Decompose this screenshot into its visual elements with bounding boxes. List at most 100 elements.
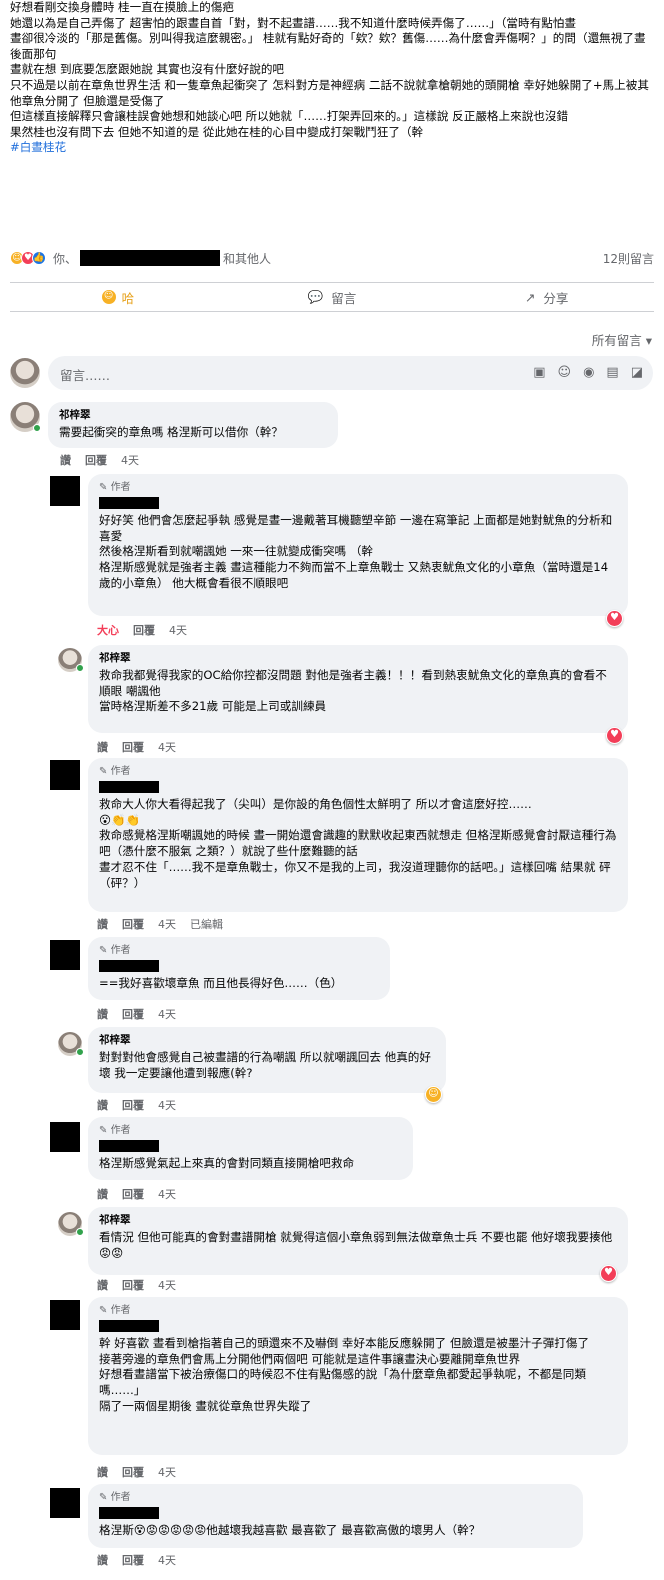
avatar[interactable]: [50, 1300, 80, 1330]
comment-button[interactable]: 💬 留言: [225, 288, 440, 307]
comment-text: ==我好喜歡壞章魚 而且他長得好色……（色）: [99, 975, 343, 990]
haha-reaction-icon[interactable]: ☺: [425, 1086, 442, 1103]
reaction-summary[interactable]: ☺ ♥ 👍 你、 和其他人 12則留言: [10, 249, 654, 267]
comment-text: 幹 好喜歡 晝看到槍指著自己的頭還來不及嚇倒 幸好本能反應躲開了 但臉還是被墨汁…: [99, 1335, 590, 1413]
avatar[interactable]: [50, 1488, 80, 1518]
like-link[interactable]: 讚: [97, 1552, 108, 1568]
comment: ✎ 作者 格涅斯感覺氣起上來真的會對同類直接開槍吧救命: [88, 1117, 413, 1180]
author-badge: ✎ 作者: [99, 1492, 131, 1503]
comment-input[interactable]: 留言…… ▣ ☺ ◉ ▤ ◪: [48, 356, 653, 390]
comment-text: 好好笑 他們會怎麼起爭執 感覺是晝一邊戴著耳機聽塑辛節 一邊在寫筆記 上面都是她…: [99, 512, 613, 590]
emoji-icon[interactable]: ☺: [558, 365, 572, 380]
reply-link[interactable]: 回覆: [122, 916, 144, 932]
like-link[interactable]: 讚: [97, 1097, 108, 1113]
comment: ✎ 作者格涅斯😵😡😡😡😡😡他越壞我越喜歡 最喜歡了 最喜歡高傲的壞男人（幹？: [88, 1484, 583, 1548]
love-link[interactable]: 大心: [97, 622, 119, 638]
comment-author[interactable]: 祁梓翠: [59, 408, 327, 424]
like-link[interactable]: 讚: [97, 916, 108, 932]
reply-link[interactable]: 回覆: [122, 1464, 144, 1480]
redacted-name: [80, 250, 221, 266]
comment-meta: 讚回覆 4天 已編輯: [97, 916, 223, 932]
comment-meta: 讚回覆 4天: [97, 739, 176, 755]
comment: 祁梓翠 救命我都覺得我家的OC給你控都沒問題 對他是強者主義！！！看到熱衷魷魚文化…: [88, 645, 628, 733]
avatar[interactable]: [50, 760, 80, 790]
comment-label: 留言: [331, 290, 357, 306]
comment-icon: 💬: [307, 289, 324, 304]
online-dot: [76, 1228, 84, 1236]
avatar[interactable]: [50, 940, 80, 970]
like-link[interactable]: 讚: [97, 1006, 108, 1022]
timestamp[interactable]: 4天: [158, 916, 176, 932]
action-bar: ☺ 哈 💬 留言 ↗ 分享: [10, 282, 654, 312]
love-reaction-icon[interactable]: ♥: [606, 727, 623, 744]
comment-meta: 大心 回覆 4天: [97, 622, 187, 638]
like-link[interactable]: 讚: [97, 1277, 108, 1293]
comment-text: 格涅斯感覺氣起上來真的會對同類直接開槍吧救命: [99, 1155, 355, 1170]
avatar[interactable]: [10, 358, 40, 388]
comment-author[interactable]: 祁梓翠: [99, 651, 617, 667]
comment-author[interactable]: 祁梓翠: [99, 1213, 617, 1229]
share-button[interactable]: ↗ 分享: [439, 288, 654, 307]
timestamp[interactable]: 4天: [121, 452, 139, 468]
reaction-you: 你、: [53, 251, 78, 266]
reply-link[interactable]: 回覆: [122, 1277, 144, 1293]
timestamp[interactable]: 4天: [169, 622, 187, 638]
comment: ✎ 作者幹 好喜歡 晝看到槍指著自己的頭還來不及嚇倒 幸好本能反應躲開了 但臉還…: [88, 1297, 628, 1455]
reply-link[interactable]: 回覆: [122, 1006, 144, 1022]
timestamp[interactable]: 4天: [158, 1186, 176, 1202]
online-dot: [33, 424, 41, 432]
comment-text: 救命大人你大看得起我了（尖叫）是你設的角色個性太鮮明了 所以才會這麼好控…… 😮…: [99, 796, 617, 890]
reply-link[interactable]: 回覆: [122, 1552, 144, 1568]
post-body: 好想看剛交換身體時 桂一直在摸臉上的傷疤 她還以為是自己弄傷了 超害怕的跟晝自首「…: [10, 0, 655, 156]
sticker-pack-icon[interactable]: ◪: [631, 365, 643, 380]
like-link[interactable]: 讚: [97, 739, 108, 755]
sort-dropdown[interactable]: 所有留言 ▾: [592, 330, 652, 349]
reply-link[interactable]: 回覆: [133, 622, 155, 638]
comment: 祁梓翠 需要起衝突的章魚嗎 格涅斯可以借你（幹？: [48, 402, 338, 448]
reply-link[interactable]: 回覆: [122, 1186, 144, 1202]
online-dot: [76, 1048, 84, 1056]
gif-icon[interactable]: ▤: [606, 365, 618, 380]
love-reaction-icon[interactable]: ♥: [600, 1265, 617, 1282]
redacted-name: [99, 1506, 159, 1519]
share-label: 分享: [543, 290, 569, 306]
reply-link[interactable]: 回覆: [122, 739, 144, 755]
reply-link[interactable]: 回覆: [85, 452, 107, 468]
comment-meta: 讚回覆 4天: [97, 1277, 176, 1293]
share-icon: ↗: [524, 289, 536, 305]
redacted-name: [99, 959, 159, 972]
comment-meta: 讚回覆 4天: [97, 1186, 176, 1202]
timestamp[interactable]: 4天: [158, 1006, 176, 1022]
redacted-name: [99, 780, 159, 793]
comment-count[interactable]: 12則留言: [603, 250, 654, 267]
timestamp[interactable]: 4天: [158, 1277, 176, 1293]
reply-link[interactable]: 回覆: [122, 1097, 144, 1113]
hashtag-link[interactable]: #白晝桂花: [10, 140, 655, 156]
comment-author[interactable]: 祁梓翠: [99, 1033, 435, 1049]
comment-text: 看情況 但他可能真的會對晝譜開槍 就覺得這個小章魚弱到無法做章魚士兵 不要也罷 …: [99, 1229, 613, 1260]
like-link[interactable]: 讚: [97, 1186, 108, 1202]
love-reaction-icon[interactable]: ♥: [606, 610, 623, 627]
comment-text: 格涅斯😵😡😡😡😡😡他越壞我越喜歡 最喜歡了 最喜歡高傲的壞男人（幹？: [99, 1522, 481, 1537]
haha-button[interactable]: ☺ 哈: [10, 288, 225, 307]
comment-meta: 讚回覆 4天: [97, 1006, 176, 1022]
redacted-name: [99, 1319, 159, 1332]
like-link[interactable]: 讚: [60, 452, 71, 468]
haha-icon: ☺: [100, 289, 117, 305]
author-badge: ✎ 作者: [99, 482, 131, 493]
timestamp[interactable]: 4天: [158, 739, 176, 755]
comment-text: 救命我都覺得我家的OC給你控都沒問題 對他是強者主義！！！看到熱衷魷魚文化的章魚…: [99, 667, 607, 714]
author-badge: ✎ 作者: [99, 1305, 131, 1316]
avatar[interactable]: [50, 1122, 80, 1152]
camera-icon[interactable]: ◉: [583, 365, 594, 380]
reaction-others: 和其他人: [223, 251, 272, 266]
comment-meta: 讚回覆 4天: [97, 1097, 176, 1113]
online-dot: [76, 664, 84, 672]
sticker-icon[interactable]: ▣: [533, 365, 545, 380]
timestamp[interactable]: 4天: [158, 1552, 176, 1568]
author-badge: ✎ 作者: [99, 766, 131, 777]
avatar[interactable]: [50, 476, 80, 506]
timestamp[interactable]: 4天: [158, 1097, 176, 1113]
timestamp[interactable]: 4天: [158, 1464, 176, 1480]
like-link[interactable]: 讚: [97, 1464, 108, 1480]
